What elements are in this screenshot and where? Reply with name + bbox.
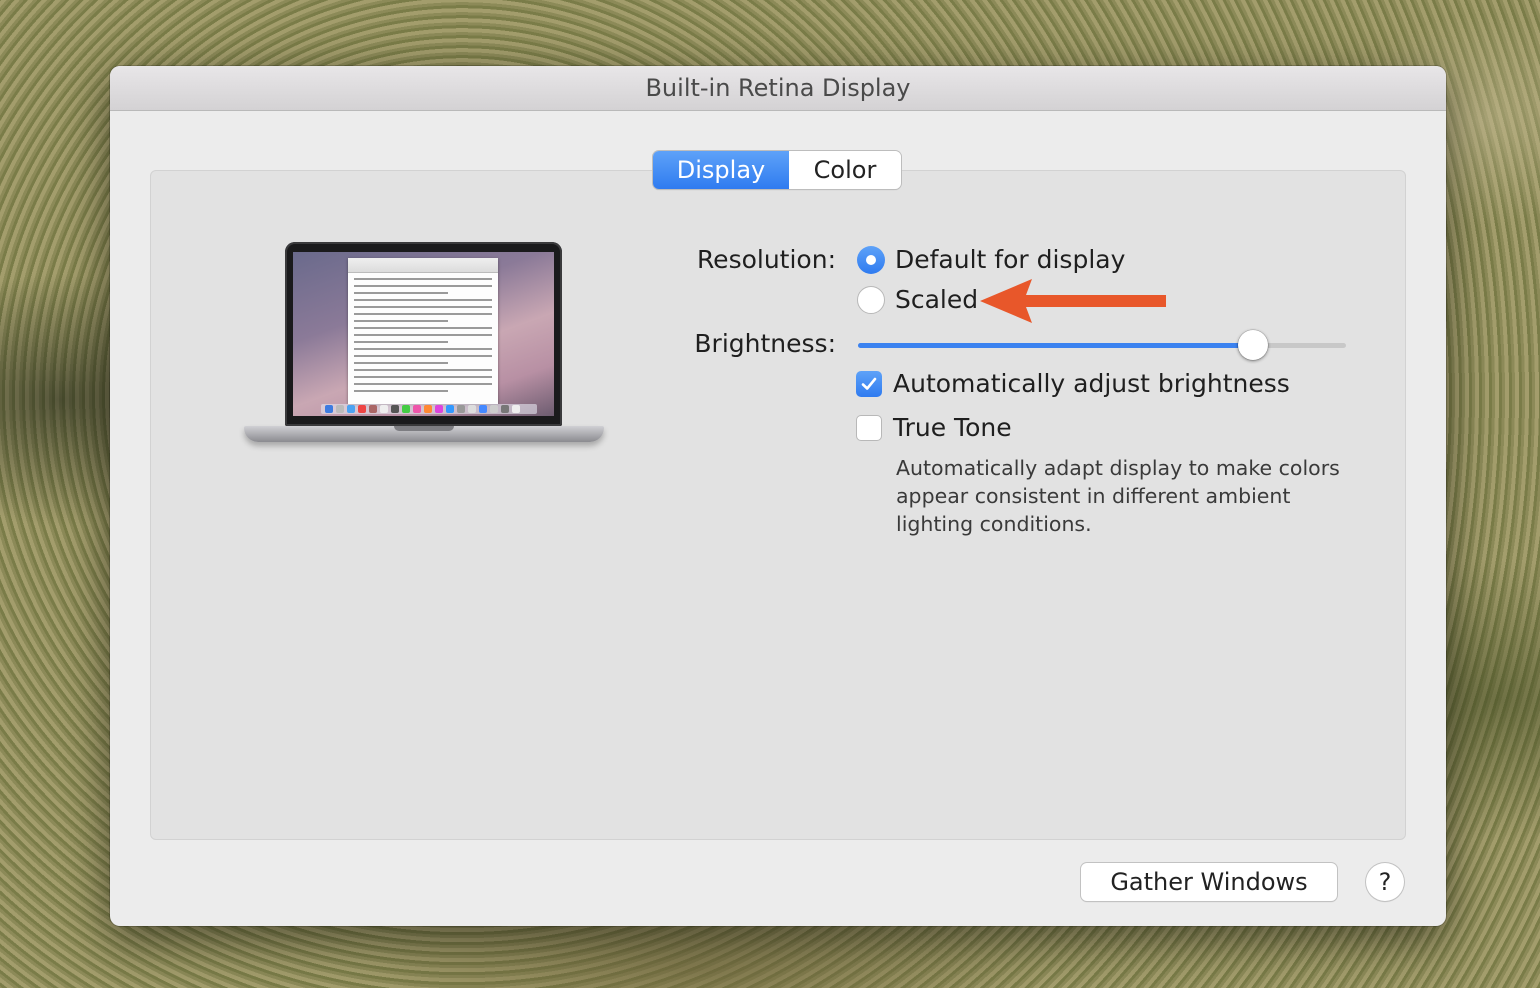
display-preferences-window: Built-in Retina Display Display Color Re… — [110, 66, 1446, 926]
help-button[interactable]: ? — [1366, 863, 1404, 901]
laptop-lid — [285, 242, 562, 426]
radio-default-for-display[interactable] — [857, 246, 885, 274]
laptop-notch — [394, 426, 454, 431]
annotation-arrow-shape — [980, 279, 1166, 323]
true-tone-label[interactable]: True Tone — [893, 413, 1012, 442]
tab-color[interactable]: Color — [789, 151, 901, 189]
window-title: Built-in Retina Display — [110, 66, 1446, 111]
brightness-slider[interactable] — [858, 330, 1346, 360]
laptop-screen-dock — [321, 404, 537, 414]
tab-display[interactable]: Display — [653, 151, 789, 189]
laptop-screen-document — [348, 258, 498, 404]
resolution-label: Resolution: — [696, 245, 836, 274]
radio-scaled-label[interactable]: Scaled — [895, 285, 978, 314]
annotation-arrow-icon — [980, 279, 1166, 323]
laptop-illustration — [244, 242, 604, 462]
laptop-screen — [293, 252, 554, 416]
auto-brightness-checkbox[interactable] — [856, 371, 882, 397]
true-tone-description: Automatically adapt display to make colo… — [896, 456, 1340, 536]
auto-brightness-label[interactable]: Automatically adjust brightness — [893, 369, 1290, 398]
brightness-label: Brightness: — [694, 329, 836, 358]
tab-bar: Display Color — [653, 151, 901, 189]
radio-default-for-display-label[interactable]: Default for display — [895, 245, 1125, 274]
true-tone-checkbox[interactable] — [856, 415, 882, 441]
radio-scaled[interactable] — [857, 286, 885, 314]
brightness-slider-fill — [858, 343, 1254, 348]
checkmark-icon — [861, 377, 877, 390]
gather-windows-button[interactable]: Gather Windows — [1081, 863, 1337, 901]
